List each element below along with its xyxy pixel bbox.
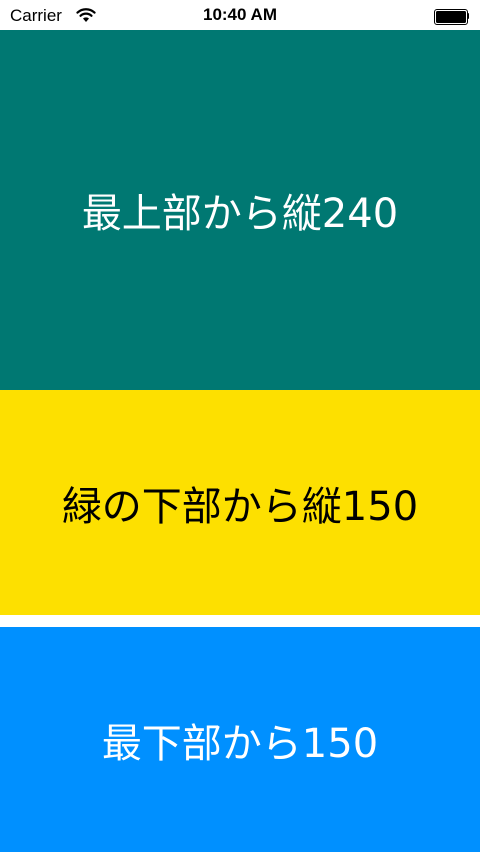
top-view: 最上部から縦240 xyxy=(0,30,480,390)
status-bar: Carrier 10:40 AM xyxy=(0,0,480,30)
middle-view-label: 緑の下部から縦150 xyxy=(61,483,419,530)
middle-view: 緑の下部から縦150 xyxy=(0,390,480,615)
top-view-label: 最上部から縦240 xyxy=(81,191,399,237)
bottom-view-label: 最下部から150 xyxy=(101,720,379,767)
bottom-view: 最下部から150 xyxy=(0,627,480,852)
battery-icon xyxy=(434,9,470,25)
status-time: 10:40 AM xyxy=(202,5,277,24)
phone-screen: Carrier 10:40 AM 最上部から縦240 緑の下部から縦150 最下… xyxy=(0,0,480,852)
